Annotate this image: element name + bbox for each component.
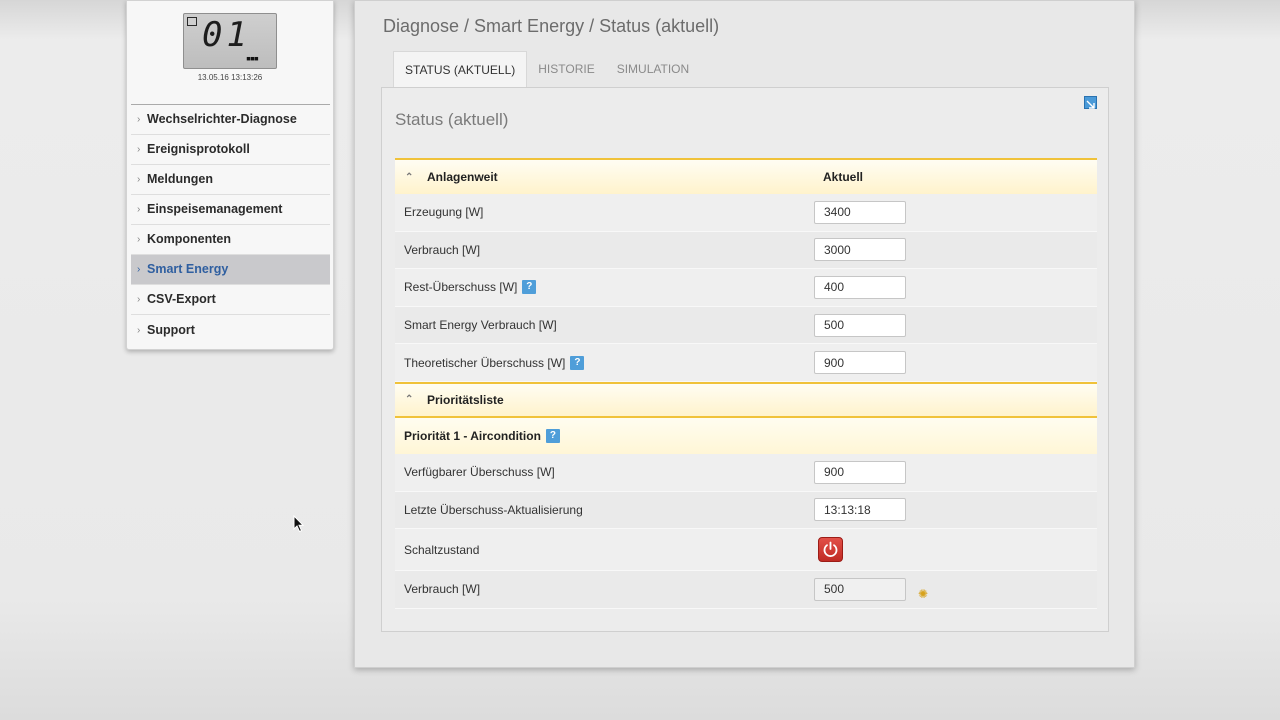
table-row: Rest-Überschuss [W] ? (395, 269, 1097, 307)
tab-simulation[interactable]: SIMULATION (606, 51, 700, 88)
chevron-right-icon: › (137, 294, 141, 305)
priority-title: Priorität 1 - Aircondition (404, 428, 541, 443)
display-digits: 01 (202, 15, 251, 55)
tab-historie[interactable]: HISTORIE (527, 51, 605, 88)
sidebar-nav: › Wechselrichter-Diagnose › Ereignisprot… (131, 104, 330, 345)
sidebar-item-label: Meldungen (147, 172, 213, 186)
breadcrumb: Diagnose / Smart Energy / Status (aktuel… (383, 16, 720, 36)
power-icon (823, 541, 838, 558)
group-label: Prioritätsliste (427, 392, 504, 407)
sidebar-item-einspeisemanagement[interactable]: › Einspeisemanagement (131, 195, 330, 225)
chevron-right-icon: › (137, 234, 141, 245)
row-label: Erzeugung [W] (404, 205, 484, 220)
sidebar-item-meldungen[interactable]: › Meldungen (131, 165, 330, 195)
table-row: Letzte Überschuss-Aktualisierung (395, 491, 1097, 530)
sidebar-item-label: CSV-Export (147, 292, 216, 306)
table-row: Theoretischer Überschuss [W] ? (395, 344, 1097, 382)
status-content: Status (aktuell) ⌃ Anlagenweit Aktuell E… (381, 87, 1109, 632)
help-icon[interactable]: ? (570, 355, 585, 370)
sidebar-item-label: Einspeisemanagement (147, 202, 283, 216)
help-icon[interactable]: ? (522, 280, 537, 295)
display-timestamp: 13.05.16 13:13:26 (197, 73, 263, 82)
loading-spinner-icon: ✺ (918, 587, 929, 602)
tab-bar: STATUS (AKTUELL) HISTORIE SIMULATION (393, 51, 700, 89)
value-field-erzeugung[interactable] (814, 200, 906, 224)
table-row: Verbrauch [W] ✺ (395, 571, 1097, 609)
sidebar-item-support[interactable]: › Support (131, 315, 330, 345)
column-header-aktuell: Aktuell (823, 170, 864, 184)
row-label: Rest-Überschuss [W] (404, 280, 518, 295)
power-toggle-button[interactable] (818, 537, 843, 563)
chevron-right-icon: › (137, 144, 141, 155)
sidebar-item-label: Wechselrichter-Diagnose (147, 112, 297, 126)
sidebar-item-label: Ereignisprotokoll (147, 142, 250, 156)
value-field-verfuegbarer-ueberschuss[interactable] (814, 460, 906, 484)
row-label: Verfügbarer Überschuss [W] (404, 465, 555, 480)
row-label: Schaltzustand (404, 542, 480, 557)
chevron-right-icon: › (137, 204, 141, 215)
table-row: Smart Energy Verbrauch [W] (395, 306, 1097, 345)
row-label: Theoretischer Überschuss [W] (404, 355, 566, 370)
row-label: Letzte Überschuss-Aktualisierung (404, 502, 583, 517)
row-label: Verbrauch [W] (404, 582, 481, 597)
sidebar-item-smart-energy[interactable]: › Smart Energy (131, 255, 330, 285)
chevron-right-icon: › (137, 114, 141, 125)
expand-icon[interactable] (1084, 96, 1097, 109)
help-icon[interactable]: ? (545, 428, 560, 443)
value-field-verbrauch-prioritaet[interactable] (814, 577, 906, 601)
group-header-anlagenweit[interactable]: ⌃ Anlagenweit Aktuell (395, 158, 1097, 194)
sidebar-item-label: Smart Energy (147, 262, 229, 276)
value-field-letzte-aktualisierung[interactable] (814, 498, 906, 522)
sidebar-item-ereignisprotokoll[interactable]: › Ereignisprotokoll (131, 135, 330, 165)
table-row: Verfügbarer Überschuss [W] (395, 453, 1097, 492)
collapse-icon[interactable]: ⌃ (405, 172, 427, 183)
chevron-right-icon: › (137, 264, 141, 275)
chevron-right-icon: › (137, 174, 141, 185)
tab-status-aktuell[interactable]: STATUS (AKTUELL) (393, 51, 528, 89)
section-title: Status (aktuell) (395, 110, 509, 129)
sidebar-item-csv-export[interactable]: › CSV-Export (131, 285, 330, 315)
value-field-verbrauch[interactable] (814, 238, 906, 262)
inverter-display: 01 ▪▪▪ (183, 13, 277, 69)
expand-arrow-icon (1086, 100, 1095, 109)
value-field-smart-energy-verbrauch[interactable] (814, 313, 906, 337)
priority-header: Priorität 1 - Aircondition ? (395, 417, 1097, 454)
sidebar-item-label: Komponenten (147, 232, 232, 246)
sidebar-item-wechselrichter-diagnose[interactable]: › Wechselrichter-Diagnose (131, 105, 330, 135)
display-status-icon (187, 17, 197, 26)
sidebar: 01 ▪▪▪ 13.05.16 13:13:26 › Wechselrichte… (126, 0, 334, 350)
status-table: ⌃ Anlagenweit Aktuell Erzeugung [W] Verb… (395, 158, 1097, 609)
sidebar-item-label: Support (147, 322, 195, 337)
row-label: Smart Energy Verbrauch [W] (404, 318, 557, 333)
main-panel: Diagnose / Smart Energy / Status (aktuel… (354, 0, 1135, 668)
table-row: Verbrauch [W] (395, 231, 1097, 270)
value-field-theoretischer-ueberschuss[interactable] (814, 351, 906, 375)
group-label: Anlagenweit (427, 170, 498, 184)
sidebar-item-komponenten[interactable]: › Komponenten (131, 225, 330, 255)
collapse-icon[interactable]: ⌃ (405, 394, 427, 405)
table-row: Erzeugung [W] (395, 194, 1097, 232)
row-label: Verbrauch [W] (404, 242, 481, 257)
chevron-right-icon: › (137, 324, 141, 336)
display-dots: ▪▪▪ (246, 50, 259, 66)
value-field-rest-ueberschuss[interactable] (814, 275, 906, 299)
table-row: Schaltzustand (395, 529, 1097, 572)
group-header-prioritaetsliste[interactable]: ⌃ Prioritätsliste (395, 381, 1097, 418)
